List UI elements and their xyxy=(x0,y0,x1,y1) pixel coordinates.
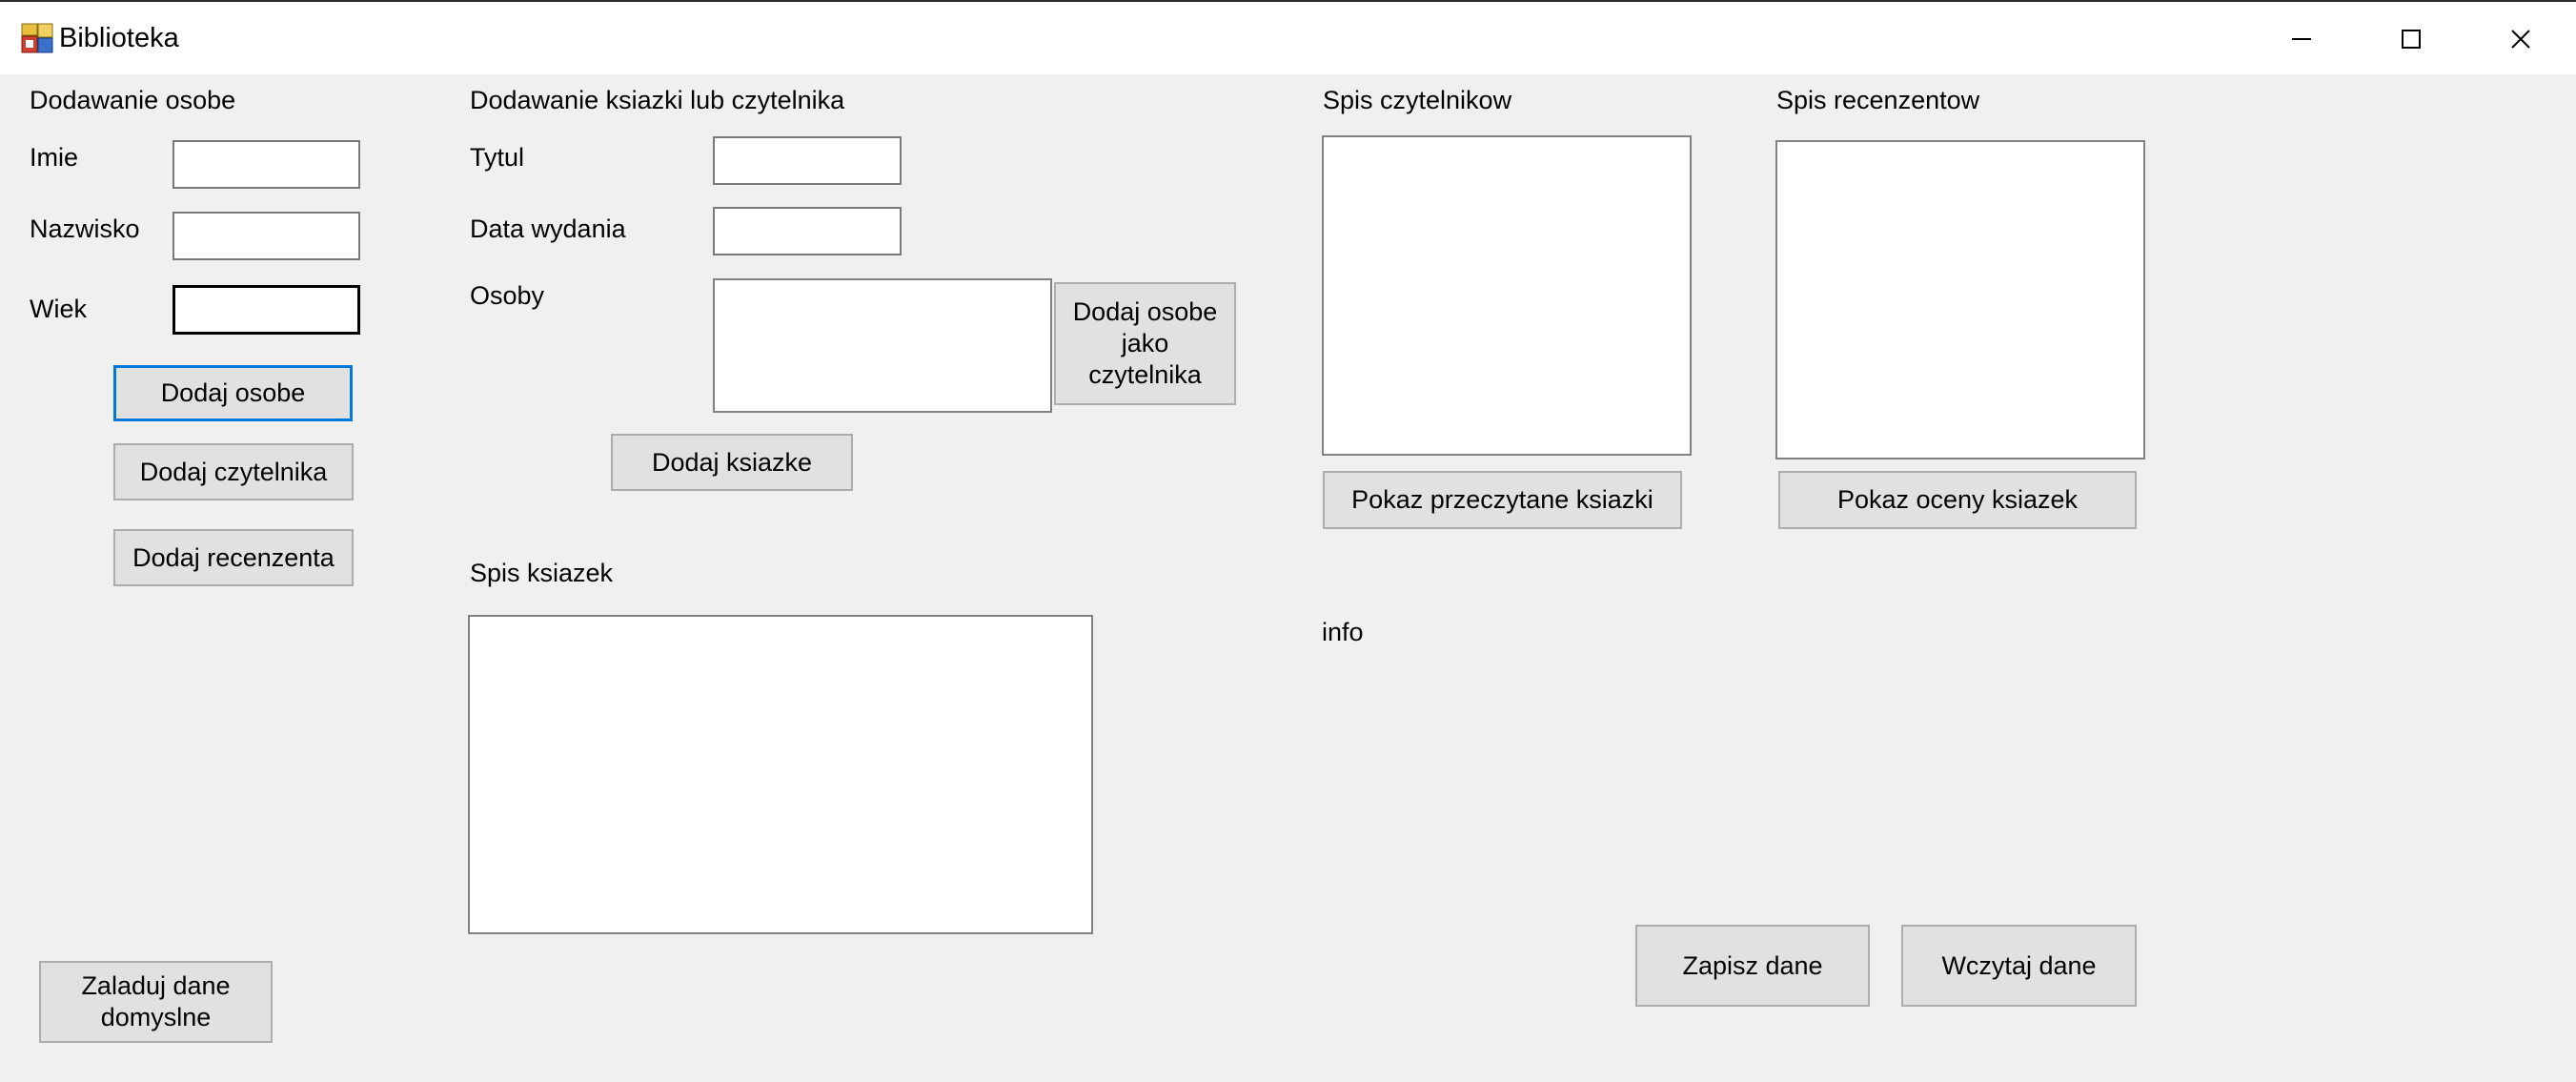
show-book-ratings-button[interactable]: Pokaz oceny ksiazek xyxy=(1778,471,2137,529)
add-person-as-reader-button[interactable]: Dodaj osobe jako czytelnika xyxy=(1054,282,1236,405)
close-icon xyxy=(2510,30,2530,49)
add-book-button[interactable]: Dodaj ksiazke xyxy=(611,434,853,491)
load-default-data-button[interactable]: Zaladuj dane domyslne xyxy=(39,961,273,1043)
info-label: info xyxy=(1322,618,1364,646)
publication-date-input[interactable] xyxy=(713,207,902,255)
age-label: Wiek xyxy=(30,295,87,323)
save-data-button[interactable]: Zapisz dane xyxy=(1635,925,1870,1007)
person-panel-heading: Dodawanie osobe xyxy=(30,86,236,114)
add-reader-button[interactable]: Dodaj czytelnika xyxy=(113,443,354,500)
books-list-heading: Spis ksiazek xyxy=(470,559,614,587)
readers-list-heading: Spis czytelnikow xyxy=(1323,86,1512,114)
add-reviewer-button[interactable]: Dodaj recenzenta xyxy=(113,529,354,586)
first-name-input[interactable] xyxy=(172,140,360,189)
title-label: Tytul xyxy=(470,143,525,172)
minimize-button[interactable] xyxy=(2246,4,2356,74)
app-window-icon xyxy=(21,23,53,53)
maximize-icon xyxy=(2401,30,2421,49)
last-name-input[interactable] xyxy=(172,212,360,260)
reviewers-listbox[interactable] xyxy=(1775,140,2145,459)
title-input[interactable] xyxy=(713,136,902,185)
add-person-button[interactable]: Dodaj osobe xyxy=(113,365,353,421)
readers-listbox[interactable] xyxy=(1322,135,1692,456)
main-window: Biblioteka Dodawanie osobe Imie Nazwisko… xyxy=(0,0,2576,1082)
publication-date-label: Data wydania xyxy=(470,214,626,243)
show-read-books-button[interactable]: Pokaz przeczytane ksiazki xyxy=(1323,471,1682,529)
reviewers-list-heading: Spis recenzentow xyxy=(1776,86,1980,114)
maximize-button[interactable] xyxy=(2356,4,2465,74)
load-data-button[interactable]: Wczytaj dane xyxy=(1901,925,2137,1007)
title-bar[interactable]: Biblioteka xyxy=(0,0,2576,74)
window-title: Biblioteka xyxy=(59,23,179,53)
persons-listbox[interactable] xyxy=(713,278,1052,413)
minimize-icon xyxy=(2291,38,2311,40)
last-name-label: Nazwisko xyxy=(30,214,140,243)
first-name-label: Imie xyxy=(30,143,79,172)
book-panel-heading: Dodawanie ksiazki lub czytelnika xyxy=(470,86,845,114)
books-listbox[interactable] xyxy=(468,615,1093,934)
persons-label: Osoby xyxy=(470,281,545,310)
age-input[interactable] xyxy=(172,285,360,335)
close-button[interactable] xyxy=(2465,4,2575,74)
